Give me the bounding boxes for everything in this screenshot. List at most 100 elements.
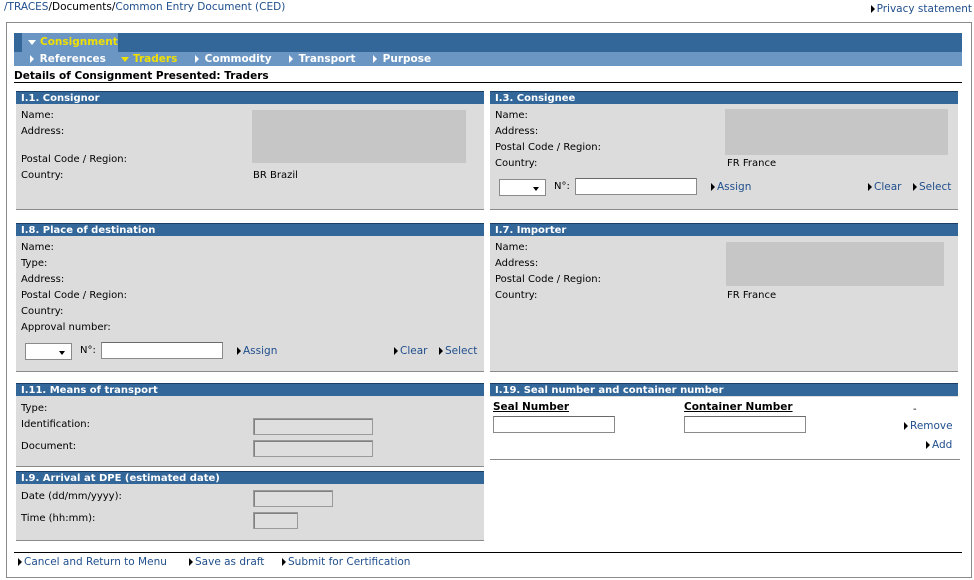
importer-country-label: Country: <box>495 290 538 301</box>
transport-document-input[interactable] <box>253 440 373 457</box>
consignee-clear-label[interactable]: Clear <box>874 181 901 193</box>
consignor-postal-label: Postal Code / Region: <box>21 154 127 165</box>
seal-title: I.19. Seal number and container number <box>490 383 958 396</box>
arrow-right-icon <box>904 422 908 430</box>
importer-country-value: FR France <box>727 290 777 301</box>
subtab-references[interactable]: References <box>30 53 106 65</box>
transport-document-label: Document: <box>21 441 77 452</box>
destination-clear-link[interactable]: Clear <box>394 345 427 357</box>
arrow-right-icon <box>913 183 917 191</box>
submit-certification-label[interactable]: Submit for Certification <box>288 556 410 568</box>
chevron-down-icon <box>533 187 539 191</box>
transport-identification-label: Identification: <box>21 419 90 430</box>
consignor-address-label: Address: <box>21 126 65 137</box>
destination-type-select[interactable] <box>25 343 72 360</box>
destination-select-link[interactable]: Select <box>439 345 477 357</box>
privacy-statement-link[interactable]: Privacy statement <box>870 3 972 15</box>
seal-remove-label[interactable]: Remove <box>910 420 953 432</box>
save-draft-button[interactable]: Save as draft <box>189 556 264 568</box>
transport-type-label: Type: <box>21 403 48 414</box>
arrow-right-icon <box>237 347 241 355</box>
destination-select-label[interactable]: Select <box>445 345 477 357</box>
subtab-transport[interactable]: Transport <box>289 53 356 65</box>
arrival-date-input[interactable] <box>253 490 333 507</box>
destination-panel: I.8. Place of destination Name: Type: Ad… <box>16 223 484 372</box>
consignor-country-value: BR Brazil <box>253 170 298 181</box>
consignee-country-label: Country: <box>495 158 538 169</box>
consignee-assign-link[interactable]: Assign <box>711 181 751 193</box>
subtab-label: Purpose <box>382 53 432 65</box>
consignor-panel: I.1. Consignor Name: Address: Postal Cod… <box>16 91 484 210</box>
arrow-right-icon <box>30 55 34 63</box>
consignee-number-input[interactable] <box>575 178 697 195</box>
subtab-commodity[interactable]: Commodity <box>195 53 272 65</box>
container-number-header: Container Number <box>684 401 793 413</box>
subtab-purpose[interactable]: Purpose <box>373 53 431 65</box>
destination-number-input[interactable] <box>101 342 223 359</box>
save-draft-label[interactable]: Save as draft <box>195 556 264 568</box>
arrow-right-icon <box>870 5 875 13</box>
consignee-select-label[interactable]: Select <box>919 181 951 193</box>
importer-postal-label: Postal Code / Region: <box>495 274 601 285</box>
transport-identification-input[interactable] <box>253 418 373 435</box>
destination-clear-label[interactable]: Clear <box>400 345 427 357</box>
consignee-postal-label: Postal Code / Region: <box>495 142 601 153</box>
chevron-down-icon <box>28 40 36 45</box>
importer-address-label: Address: <box>495 258 539 269</box>
importer-title: I.7. Importer <box>490 223 958 236</box>
seal-remove-link[interactable]: Remove <box>904 420 953 432</box>
destination-address-label: Address: <box>21 274 65 285</box>
transport-title: I.11. Means of transport <box>16 383 484 396</box>
consignee-no-label: N°: <box>554 181 570 192</box>
subtab-traders[interactable]: Traders <box>121 53 177 65</box>
subtab-label: References <box>39 53 106 65</box>
consignee-select-link[interactable]: Select <box>913 181 951 193</box>
arrival-time-label: Time (hh:mm): <box>21 513 96 524</box>
breadcrumb-ced-link[interactable]: Common Entry Document (CED) <box>115 1 285 13</box>
breadcrumb-traces-link[interactable]: /TRACES <box>4 1 48 13</box>
destination-country-label: Country: <box>21 306 64 317</box>
breadcrumb-documents: /Documents/ <box>48 1 116 13</box>
container-number-input[interactable] <box>684 416 806 433</box>
arrival-title: I.9. Arrival at DPE (estimated date) <box>16 471 484 484</box>
importer-address-box <box>726 242 944 286</box>
seal-add-link[interactable]: Add <box>926 439 952 451</box>
destination-assign-label[interactable]: Assign <box>243 345 277 357</box>
destination-postal-label: Postal Code / Region: <box>21 290 127 301</box>
arrow-right-icon <box>189 558 193 566</box>
importer-panel: I.7. Importer Name: Address: Postal Code… <box>490 223 958 372</box>
arrival-time-input[interactable] <box>253 512 298 529</box>
consignee-clear-link[interactable]: Clear <box>868 181 901 193</box>
subtab-label: Transport <box>298 53 356 65</box>
cancel-button[interactable]: Cancel and Return to Menu <box>18 556 167 568</box>
arrow-right-icon <box>711 183 715 191</box>
consignee-assign-label[interactable]: Assign <box>717 181 751 193</box>
tab-consignment[interactable]: Consignment <box>22 33 118 52</box>
seal-number-input[interactable] <box>493 416 615 433</box>
consignee-address-label: Address: <box>495 126 539 137</box>
consignor-address-box <box>252 110 466 163</box>
submit-certification-button[interactable]: Submit for Certification <box>282 556 410 568</box>
tab-consignment-label: Consignment <box>40 36 118 48</box>
arrow-right-icon <box>18 558 22 566</box>
divider <box>14 82 962 83</box>
consignee-address-box <box>725 109 948 155</box>
destination-assign-link[interactable]: Assign <box>237 345 277 357</box>
footer-divider <box>14 552 962 553</box>
consignor-country-label: Country: <box>21 170 64 181</box>
consignee-name-label: Name: <box>495 110 528 121</box>
arrival-date-label: Date (dd/mm/yyyy): <box>21 491 122 502</box>
privacy-statement-label[interactable]: Privacy statement <box>877 3 972 15</box>
arrival-panel: I.9. Arrival at DPE (estimated date) Dat… <box>16 471 484 541</box>
consignee-type-select[interactable] <box>499 179 546 196</box>
arrow-right-icon <box>373 55 377 63</box>
cancel-label[interactable]: Cancel and Return to Menu <box>24 556 167 568</box>
seal-add-label[interactable]: Add <box>932 439 952 451</box>
transport-panel: I.11. Means of transport Type: Identific… <box>16 383 484 467</box>
destination-title: I.8. Place of destination <box>16 223 484 236</box>
arrow-right-icon <box>289 55 293 63</box>
arrow-right-icon <box>439 347 443 355</box>
consignee-panel: I.3. Consignee Name: Address: Postal Cod… <box>490 91 958 210</box>
arrow-right-icon <box>868 183 872 191</box>
subtab-label: Traders <box>133 53 178 65</box>
